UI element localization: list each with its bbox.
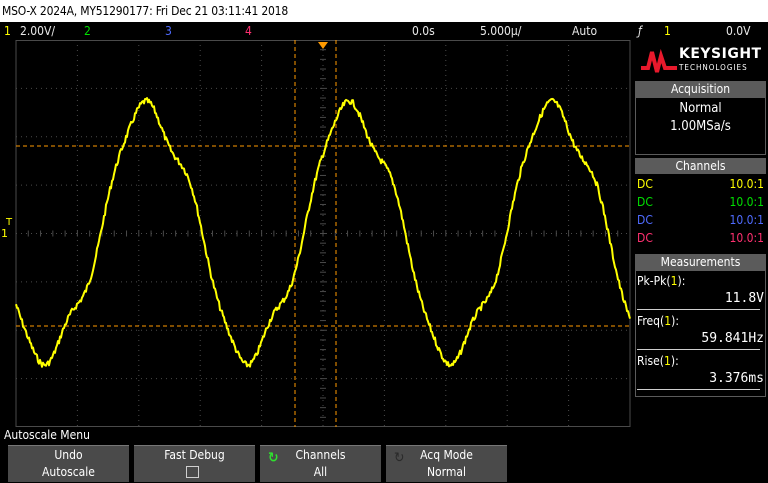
waveform-canvas: T 1: [1, 40, 631, 427]
acq-mode-button[interactable]: ↻ Acq Mode Normal: [386, 445, 507, 482]
measurement-label[interactable]: Pk-Pk(1):: [637, 274, 685, 288]
channels-button[interactable]: ↻ Channels All: [260, 445, 381, 482]
status-bar: 1 2.00V/ 2 3 4 0.0s 5.000µ/ Auto ƒ 1 0.0…: [0, 22, 768, 40]
trigger-edge-icon: ƒ: [638, 24, 642, 38]
time-delay[interactable]: 0.0s: [412, 22, 435, 40]
measurement-source: 1: [663, 354, 671, 368]
channel-1-scale[interactable]: 2.00V/: [20, 22, 55, 40]
measurements-header[interactable]: Measurements: [635, 254, 766, 270]
window-title: MSO-X 2024A, MY51290177: Fri Dec 21 03:1…: [0, 0, 768, 22]
trigger-source[interactable]: 1: [664, 22, 671, 40]
acquisition-box: Normal 1.00MSa/s: [635, 97, 766, 155]
channel-1-number[interactable]: 1: [4, 22, 11, 40]
ground-reference-marker[interactable]: 1: [1, 227, 8, 240]
measurement-suffix: ):: [677, 274, 686, 288]
channel-4-number[interactable]: 4: [245, 22, 252, 40]
measurement-name: Freq(: [637, 314, 665, 328]
channel-probe-ratio: 10.0:1: [729, 177, 764, 191]
sample-rate: 1.00MSa/s: [670, 119, 731, 134]
softkey-bar: Autoscale Menu Undo Autoscale Fast Debug…: [0, 427, 768, 483]
measurement-name: Rise(: [637, 354, 664, 368]
channels-value: All: [313, 465, 328, 479]
channel-row[interactable]: DC 10.0:1: [635, 194, 764, 210]
channel-row[interactable]: DC 10.0:1: [635, 230, 764, 246]
channel-2-number[interactable]: 2: [84, 22, 91, 40]
acquisition-header[interactable]: Acquisition: [635, 81, 766, 97]
fast-debug-button[interactable]: Fast Debug: [134, 445, 255, 482]
measurement-value: 59.841Hz: [701, 331, 764, 346]
trigger-position-marker[interactable]: [318, 42, 328, 49]
keysight-wave-icon: [641, 48, 677, 73]
measurement-underline: [637, 389, 760, 390]
acquisition-mode: Normal: [679, 101, 722, 116]
measurement-suffix: ):: [671, 314, 679, 328]
undo-autoscale-line1: Undo: [54, 448, 83, 462]
waveform-display[interactable]: T 1: [0, 40, 633, 427]
channel-row[interactable]: DC 10.0:1: [635, 176, 764, 192]
acq-mode-label: Acq Mode: [420, 448, 473, 462]
channel-coupling: DC: [637, 177, 653, 191]
channel-probe-ratio: 10.0:1: [729, 195, 764, 209]
trigger-level[interactable]: 0.0V: [726, 22, 751, 40]
fast-debug-label: Fast Debug: [164, 448, 225, 462]
channel-probe-ratio: 10.0:1: [729, 231, 764, 245]
channel-3-number[interactable]: 3: [165, 22, 172, 40]
channel-coupling: DC: [637, 213, 653, 227]
trigger-mode[interactable]: Auto: [572, 22, 597, 40]
menu-label: Autoscale Menu: [4, 428, 90, 442]
measurement-underline: [637, 309, 760, 310]
channel-coupling: DC: [637, 231, 653, 245]
brand-subtitle: TECHNOLOGIES: [679, 63, 748, 72]
undo-autoscale-line2: Autoscale: [42, 465, 95, 479]
measurement-label[interactable]: Freq(1):: [637, 314, 679, 328]
measurement-name: Pk-Pk(: [637, 274, 671, 288]
measurement-underline: [637, 349, 760, 350]
channels-header[interactable]: Channels: [635, 158, 766, 174]
graticule: [15, 40, 631, 427]
measurement-suffix: ):: [670, 354, 679, 368]
channels-label: Channels: [295, 448, 346, 462]
measurement-value: 11.8V: [724, 291, 764, 306]
acq-mode-value: Normal: [426, 465, 467, 479]
measurement-source: 1: [670, 274, 678, 288]
measurement-value: 3.376ms: [709, 371, 764, 386]
brand-name: KEYSIGHT: [679, 46, 762, 62]
channel-probe-ratio: 10.0:1: [729, 213, 764, 227]
time-scale[interactable]: 5.000µ/: [480, 22, 521, 40]
keysight-logo: KEYSIGHT TECHNOLOGIES: [635, 42, 766, 78]
channel-coupling: DC: [637, 195, 653, 209]
undo-autoscale-button[interactable]: Undo Autoscale: [8, 445, 129, 482]
measurement-label[interactable]: Rise(1):: [637, 354, 679, 368]
side-panel: KEYSIGHT TECHNOLOGIES Acquisition Normal…: [633, 40, 768, 427]
fast-debug-checkbox[interactable]: [186, 466, 199, 478]
channel-row[interactable]: DC 10.0:1: [635, 212, 764, 228]
